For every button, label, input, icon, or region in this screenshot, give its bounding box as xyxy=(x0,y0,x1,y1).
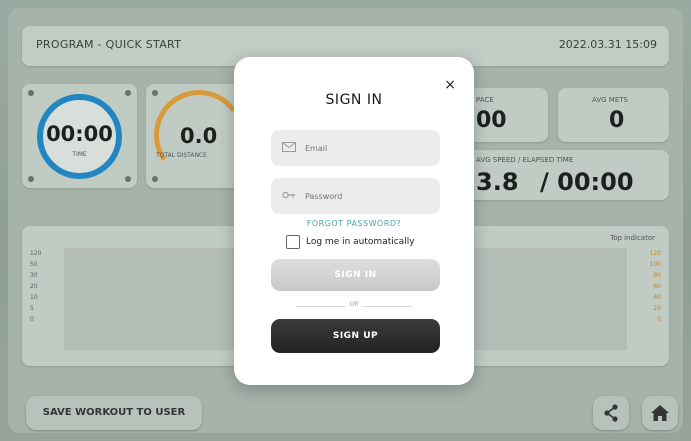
key-icon xyxy=(282,191,295,199)
sign-up-button[interactable]: SIGN UP xyxy=(271,319,440,353)
remember-checkbox[interactable] xyxy=(286,235,300,249)
email-field[interactable] xyxy=(271,130,440,166)
divider xyxy=(362,306,412,307)
or-label: OR xyxy=(349,301,359,308)
forgot-password-link[interactable]: FORGOT PASSWORD? xyxy=(234,219,474,228)
password-input[interactable] xyxy=(305,178,430,214)
password-field[interactable] xyxy=(271,178,440,214)
sign-in-button[interactable]: SIGN IN xyxy=(271,259,440,291)
email-input[interactable] xyxy=(305,130,430,166)
mail-icon xyxy=(282,142,296,152)
dialog-title: SIGN IN xyxy=(325,92,383,108)
close-icon[interactable]: × xyxy=(444,77,456,93)
remember-label: Log me in automatically xyxy=(306,237,415,247)
sign-in-dialog: SIGN IN × FORGOT PASSWORD? Log me in aut… xyxy=(234,57,474,385)
treadmill-screen: PROGRAM - QUICK START 2022.03.31 15:09 0… xyxy=(0,0,691,441)
